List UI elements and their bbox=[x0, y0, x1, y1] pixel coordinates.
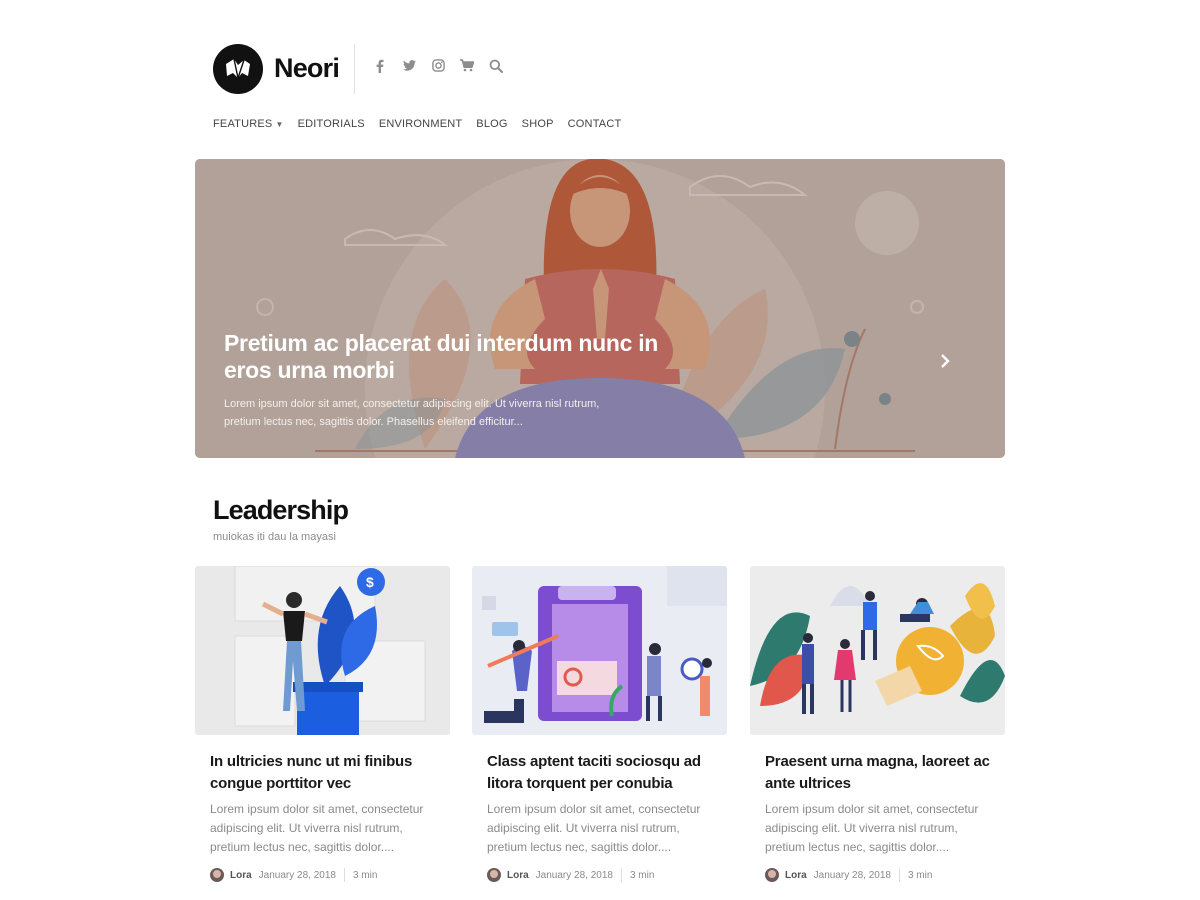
site-header: Neori bbox=[213, 44, 1013, 94]
header-divider bbox=[354, 44, 355, 94]
article-thumbnail[interactable] bbox=[472, 566, 727, 735]
publish-date: January 28, 2018 bbox=[813, 869, 891, 881]
article-card[interactable]: Praesent urna magna, laoreet ac ante ult… bbox=[750, 566, 1005, 886]
article-title[interactable]: Praesent urna magna, laoreet ac ante ult… bbox=[765, 751, 995, 795]
nav-item-features[interactable]: FEATURES ▼ bbox=[213, 118, 284, 130]
nav-item-shop[interactable]: SHOP bbox=[522, 118, 554, 130]
author-name[interactable]: Lora bbox=[230, 870, 252, 881]
publish-date: January 28, 2018 bbox=[258, 869, 336, 881]
meta-divider bbox=[620, 868, 622, 882]
avatar[interactable] bbox=[487, 868, 501, 882]
section-subtitle: muiokas iti dau la mayasi bbox=[213, 531, 336, 543]
article-card[interactable]: $ In ultricies nunc ut mi finibus congue… bbox=[195, 566, 450, 886]
search-icon[interactable] bbox=[489, 59, 503, 75]
article-meta: Lora January 28, 2018 3 min bbox=[765, 868, 932, 882]
instagram-icon[interactable] bbox=[431, 59, 445, 75]
chevron-right-icon[interactable] bbox=[935, 352, 955, 372]
meta-divider bbox=[898, 868, 900, 882]
author-name[interactable]: Lora bbox=[507, 870, 529, 881]
hero-excerpt: Lorem ipsum dolor sit amet, consectetur … bbox=[224, 398, 600, 428]
publish-date: January 28, 2018 bbox=[535, 869, 613, 881]
article-title[interactable]: Class aptent taciti sociosqu ad litora t… bbox=[487, 751, 717, 795]
caret-down-icon: ▼ bbox=[275, 120, 284, 129]
article-thumbnail[interactable] bbox=[750, 566, 1005, 735]
article-excerpt: Lorem ipsum dolor sit amet, consectetur … bbox=[487, 802, 701, 854]
article-excerpt: Lorem ipsum dolor sit amet, consectetur … bbox=[765, 802, 979, 854]
read-time: 3 min bbox=[907, 869, 933, 881]
read-time: 3 min bbox=[352, 869, 378, 881]
article-excerpt: Lorem ipsum dolor sit amet, consectetur … bbox=[210, 802, 424, 854]
read-time: 3 min bbox=[629, 869, 655, 881]
nav-item-label: FEATURES bbox=[213, 118, 273, 130]
nav-item-contact[interactable]: CONTACT bbox=[568, 118, 622, 130]
nav-item-blog[interactable]: BLOG bbox=[476, 118, 507, 130]
article-meta: Lora January 28, 2018 3 min bbox=[487, 868, 654, 882]
article-thumbnail[interactable]: $ bbox=[195, 566, 450, 735]
cart-icon[interactable] bbox=[460, 59, 475, 75]
section-title: Leadership bbox=[213, 495, 349, 525]
svg-text:$: $ bbox=[366, 574, 374, 590]
article-meta: Lora January 28, 2018 3 min bbox=[210, 868, 377, 882]
site-logo-text[interactable]: Neori bbox=[274, 53, 340, 84]
nav-item-environment[interactable]: ENVIRONMENT bbox=[379, 118, 462, 130]
hero-slider[interactable]: Pretium ac placerat dui interdum nunc in… bbox=[195, 159, 1005, 458]
twitter-icon[interactable] bbox=[402, 59, 416, 75]
main-nav: FEATURES ▼ EDITORIALS ENVIRONMENT BLOG SH… bbox=[213, 118, 621, 130]
hero-title[interactable]: Pretium ac placerat dui interdum nunc in… bbox=[224, 330, 674, 384]
avatar[interactable] bbox=[765, 868, 779, 882]
article-title[interactable]: In ultricies nunc ut mi finibus congue p… bbox=[210, 751, 440, 795]
social-links bbox=[373, 59, 503, 75]
facebook-icon[interactable] bbox=[373, 59, 387, 75]
meta-divider bbox=[343, 868, 345, 882]
article-card[interactable]: Class aptent taciti sociosqu ad litora t… bbox=[472, 566, 727, 886]
author-name[interactable]: Lora bbox=[785, 870, 807, 881]
avatar[interactable] bbox=[210, 868, 224, 882]
nav-item-editorials[interactable]: EDITORIALS bbox=[298, 118, 365, 130]
logo-icon[interactable] bbox=[213, 44, 263, 94]
